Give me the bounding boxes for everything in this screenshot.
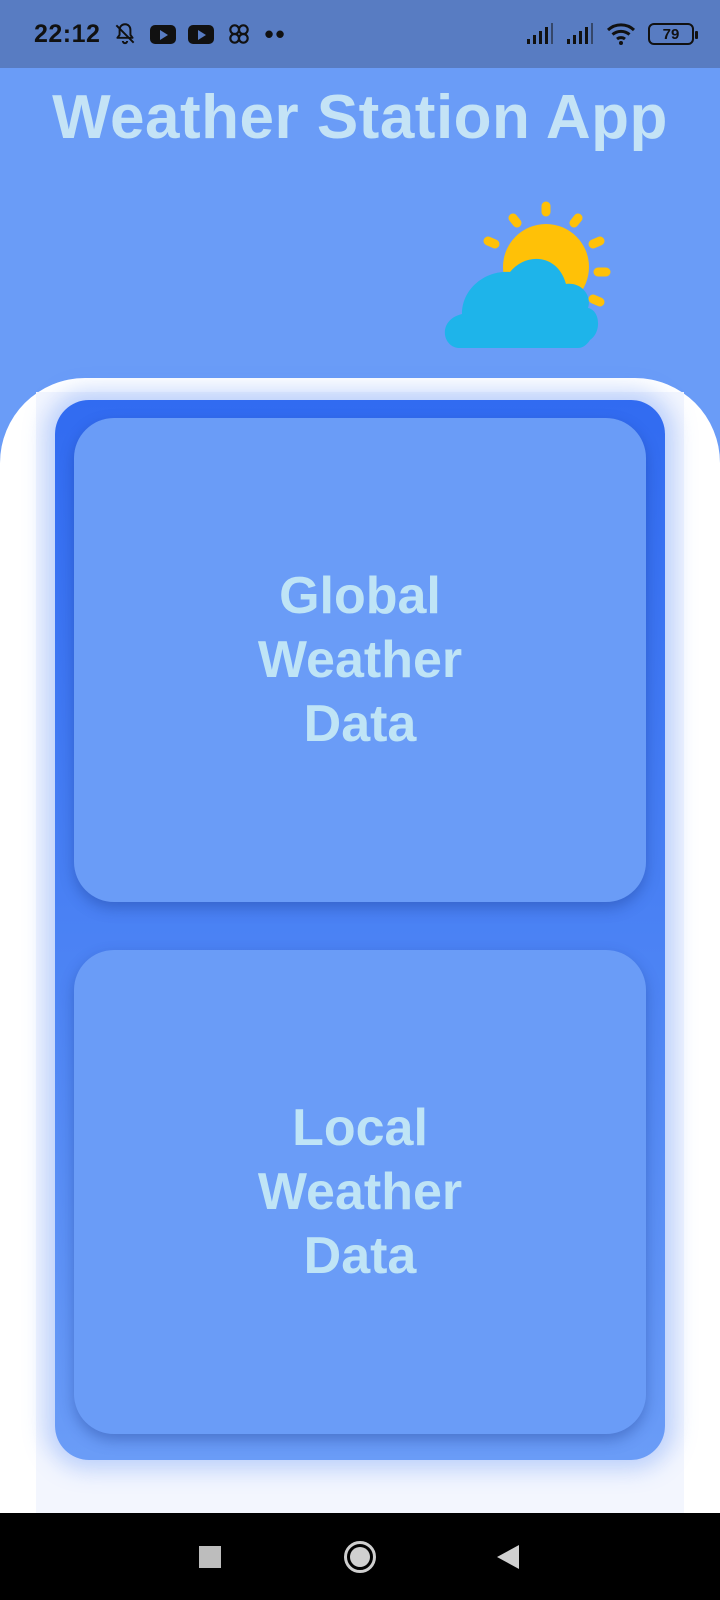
global-weather-data-button[interactable]: Global Weather Data [74,418,646,902]
status-right-group: 79 [526,22,698,46]
home-button[interactable] [330,1513,390,1600]
bell-muted-icon [112,21,138,47]
back-button[interactable] [478,1513,538,1600]
youtube-icon [150,24,177,44]
recents-button[interactable] [180,1513,240,1600]
youtube-icon [188,24,215,44]
more-dots-icon: •• [264,18,287,49]
app-link-icon [226,21,252,47]
local-weather-data-label: Local Weather Data [257,1099,463,1285]
system-nav-bar [0,1513,720,1600]
signal-icon [526,23,554,45]
app-title: Weather Station App [52,83,668,152]
status-left-group: 22:12 •• [34,19,287,50]
battery-level: 79 [662,25,680,43]
back-icon [497,1544,519,1569]
sun-behind-cloud-icon [440,200,620,360]
status-bar: 22:12 •• 79 [0,0,720,68]
recents-icon [199,1545,221,1568]
global-weather-data-label: Global Weather Data [257,567,463,753]
battery-icon: 79 [648,23,698,45]
wifi-icon [606,22,636,46]
local-weather-data-button[interactable]: Local Weather Data [74,950,646,1434]
status-time: 22:12 [34,19,101,48]
signal-icon [566,23,594,45]
home-icon [344,1540,376,1573]
